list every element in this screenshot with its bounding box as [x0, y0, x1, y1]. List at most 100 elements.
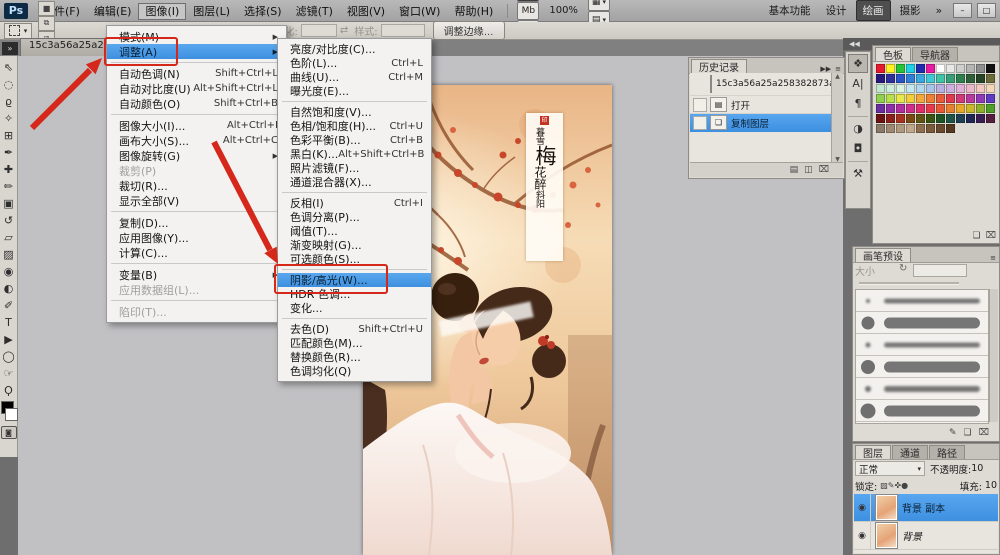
layer-visibility-toggle[interactable]: ◉ — [854, 522, 871, 549]
swatch-cell[interactable] — [976, 94, 985, 103]
swatch-cell[interactable] — [906, 74, 915, 83]
swatch-cell[interactable] — [966, 104, 975, 113]
swatch-cell[interactable] — [886, 64, 895, 73]
swatch-cell[interactable] — [876, 124, 885, 133]
eyedropper-tool[interactable]: ✒ — [1, 144, 17, 161]
menu-item[interactable]: 黑白(K)...Alt+Shift+Ctrl+B — [278, 147, 431, 161]
refine-edge-button[interactable]: 调整边缘… — [433, 21, 505, 40]
swatch-cell[interactable] — [986, 64, 995, 73]
lock-icon[interactable]: ▨ — [880, 481, 888, 490]
swatch-cell[interactable] — [886, 74, 895, 83]
swatch-cell[interactable] — [876, 64, 885, 73]
menu-item[interactable]: 色调均化(Q) — [278, 364, 431, 378]
swatch-cell[interactable] — [916, 84, 925, 93]
swatch-cell[interactable] — [956, 104, 965, 113]
menu-item[interactable]: 替换颜色(R)... — [278, 350, 431, 364]
refresh-icon[interactable]: ↻ — [899, 263, 907, 274]
swatch-cell[interactable] — [886, 84, 895, 93]
swatch-cell[interactable] — [906, 64, 915, 73]
menubar-item[interactable]: 滤镜(T) — [289, 3, 340, 20]
quick-selection-tool[interactable]: ✧ — [1, 110, 17, 127]
clone-stamp-tool[interactable]: ▣ — [1, 195, 17, 212]
history-scrollbar[interactable]: ▲▼ — [831, 73, 843, 163]
menu-item[interactable]: 去色(D)Shift+Ctrl+U — [278, 322, 431, 336]
view-button-0[interactable]: ▦▾ — [588, 0, 610, 11]
swatch-cell[interactable] — [966, 84, 975, 93]
menu-item[interactable]: 自然饱和度(V)... — [278, 105, 431, 119]
swatch-cell[interactable] — [966, 114, 975, 123]
tab-色板[interactable]: 色板 — [875, 47, 911, 61]
menu-item[interactable]: 照片滤镜(F)... — [278, 161, 431, 175]
marquee-tool[interactable]: ◌ — [1, 76, 17, 93]
masks-icon[interactable]: ◘ — [848, 139, 868, 158]
swatch-cell[interactable] — [976, 84, 985, 93]
swatch-cell[interactable] — [926, 114, 935, 123]
swatch-cell[interactable] — [906, 104, 915, 113]
workspace-基本功能[interactable]: 基本功能 — [763, 1, 817, 20]
panel-header-icons[interactable]: ≡ — [990, 254, 996, 262]
workspace-overflow[interactable]: » — [930, 3, 948, 19]
history-source-checkbox[interactable] — [693, 98, 707, 112]
menu-item[interactable]: 匹配颜色(M)... — [278, 336, 431, 350]
swatch-cell[interactable] — [956, 74, 965, 83]
brush-tool[interactable]: ✏ — [1, 178, 17, 195]
swatch-cell[interactable] — [986, 74, 995, 83]
tab-overflow-button[interactable]: » — [2, 42, 18, 55]
swatch-cell[interactable] — [886, 114, 895, 123]
swatch-cell[interactable] — [956, 64, 965, 73]
swatch-cell[interactable] — [886, 94, 895, 103]
menu-item[interactable]: 图像旋转(G)▶ — [107, 148, 286, 163]
swatch-cell[interactable] — [906, 114, 915, 123]
swatch-cell[interactable] — [976, 64, 985, 73]
swatch-cell[interactable] — [936, 124, 945, 133]
menu-item[interactable]: 通道混合器(X)... — [278, 175, 431, 189]
brush-preset-row[interactable] — [856, 400, 988, 422]
menubar-item[interactable]: 图像(I) — [138, 3, 186, 20]
panel-header-icons[interactable]: ▶▶≡ — [820, 65, 841, 73]
zoom-level[interactable]: 100% — [549, 5, 578, 16]
brush-preset-row[interactable] — [856, 290, 988, 312]
delete-state-icon[interactable]: ⌧ — [819, 165, 829, 175]
swatch-cell[interactable] — [916, 74, 925, 83]
dodge-tool[interactable]: ◐ — [1, 280, 17, 297]
swatch-cell[interactable] — [916, 114, 925, 123]
swatch-cell[interactable] — [946, 124, 955, 133]
swatch-cell[interactable] — [896, 124, 905, 133]
swatch-cell[interactable] — [946, 64, 955, 73]
layer-row[interactable]: ◉背景 — [854, 522, 998, 550]
swatch-cell[interactable] — [906, 124, 915, 133]
brush-presets-icon[interactable]: ❖ — [848, 54, 868, 73]
menu-item[interactable]: 阈值(T)... — [278, 224, 431, 238]
move-tool[interactable]: ⇖ — [1, 59, 17, 76]
new-brush-icon[interactable]: ❏ — [964, 428, 972, 438]
menu-item[interactable]: 计算(C)... — [107, 245, 286, 260]
brush-preset-row[interactable] — [856, 422, 988, 424]
swatch-cell[interactable] — [966, 64, 975, 73]
swatch-cell[interactable] — [956, 114, 965, 123]
character-icon[interactable]: A| — [848, 74, 868, 93]
swatch-cell[interactable] — [886, 124, 895, 133]
workspace-绘画[interactable]: 绘画 — [856, 0, 891, 21]
menu-item[interactable]: 曝光度(E)... — [278, 84, 431, 98]
swatch-cell[interactable] — [896, 84, 905, 93]
brush-preset-row[interactable] — [856, 334, 988, 356]
swatch-cell[interactable] — [976, 104, 985, 113]
menu-item[interactable]: 反相(I)Ctrl+I — [278, 196, 431, 210]
blur-tool[interactable]: ◉ — [1, 263, 17, 280]
swatch-cell[interactable] — [936, 104, 945, 113]
swatch-cell[interactable] — [896, 114, 905, 123]
menu-item[interactable]: 应用图像(Y)... — [107, 230, 286, 245]
swatch-cell[interactable] — [906, 84, 915, 93]
selection-mode-1[interactable]: ⧉ — [38, 16, 55, 31]
swatch-cell[interactable] — [966, 94, 975, 103]
history-brush-tool[interactable]: ↺ — [1, 212, 17, 229]
menu-item[interactable]: 调整(A)▶ — [107, 44, 286, 59]
layer-row[interactable]: ◉背景 副本 — [854, 494, 998, 522]
swatch-cell[interactable] — [916, 104, 925, 113]
type-tool[interactable]: T — [1, 314, 17, 331]
feather-input[interactable] — [301, 24, 337, 37]
swatch-cell[interactable] — [936, 64, 945, 73]
menu-item[interactable]: 图像大小(I)...Alt+Ctrl+I — [107, 118, 286, 133]
menu-item[interactable]: HDR 色调... — [278, 287, 431, 301]
style-select[interactable] — [381, 24, 425, 37]
